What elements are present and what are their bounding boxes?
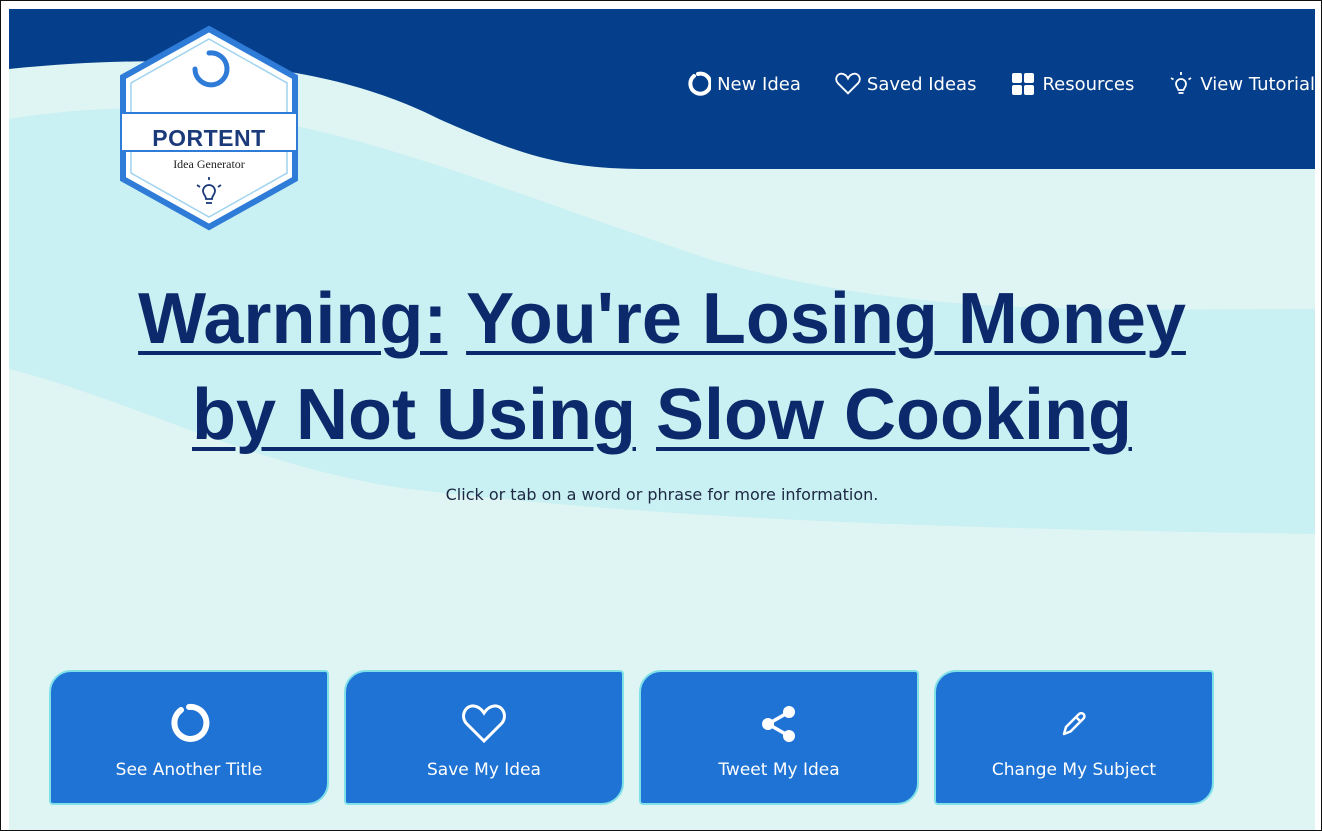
refresh-icon: [51, 702, 327, 746]
idea-title-line-2: by Not Using Slow Cooking: [9, 367, 1315, 463]
phrase-not-using[interactable]: by Not Using: [192, 375, 636, 455]
see-another-title-button[interactable]: See Another Title: [49, 670, 329, 805]
top-nav: New Idea Saved Ideas Resources View Tuto…: [685, 71, 1315, 97]
change-my-subject-label: Change My Subject: [991, 760, 1157, 780]
grid-icon: [1010, 71, 1036, 97]
save-my-idea-label: Save My Idea: [427, 760, 541, 780]
refresh-icon: [685, 71, 712, 97]
idea-title-line-1: Warning: You're Losing Money: [9, 271, 1315, 367]
save-my-idea-button[interactable]: Save My Idea: [344, 670, 624, 805]
idea-title: Warning: You're Losing Money by Not Usin…: [9, 271, 1315, 463]
hint-text: Click or tab on a word or phrase for mor…: [445, 485, 879, 504]
tweet-my-idea-button[interactable]: Tweet My Idea: [639, 670, 919, 805]
action-buttons: See Another Title Save My Idea Tweet My …: [49, 670, 1229, 805]
nav-new-idea[interactable]: New Idea: [685, 71, 801, 97]
nav-saved-ideas[interactable]: Saved Ideas: [835, 71, 977, 97]
portent-logo[interactable]: PORTENT Idea Generator: [117, 25, 301, 231]
phrase-warning[interactable]: Warning:: [138, 279, 447, 359]
nav-resources[interactable]: Resources: [1010, 71, 1134, 97]
nav-resources-label: Resources: [1042, 73, 1135, 95]
pencil-icon: [936, 702, 1212, 746]
nav-new-idea-label: New Idea: [717, 73, 801, 95]
nav-saved-ideas-label: Saved Ideas: [866, 73, 977, 95]
phrase-slow-cooking[interactable]: Slow Cooking: [656, 375, 1132, 455]
nav-view-tutorial[interactable]: View Tutorial: [1168, 71, 1315, 97]
share-icon: [641, 702, 917, 746]
logo-subtitle: Idea Generator: [173, 157, 245, 171]
lightbulb-icon: [1168, 71, 1194, 97]
see-another-title-label: See Another Title: [115, 760, 263, 780]
logo-title: PORTENT: [152, 125, 266, 151]
heart-icon: [346, 702, 622, 746]
app-frame: PORTENT Idea Generator New Idea Saved Id…: [0, 0, 1322, 831]
page-viewport: PORTENT Idea Generator New Idea Saved Id…: [9, 9, 1315, 830]
tweet-my-idea-label: Tweet My Idea: [718, 760, 840, 780]
change-my-subject-button[interactable]: Change My Subject: [934, 670, 1214, 805]
nav-view-tutorial-label: View Tutorial: [1200, 73, 1315, 95]
phrase-losing-money[interactable]: You're Losing Money: [466, 279, 1186, 359]
heart-icon: [835, 71, 861, 97]
